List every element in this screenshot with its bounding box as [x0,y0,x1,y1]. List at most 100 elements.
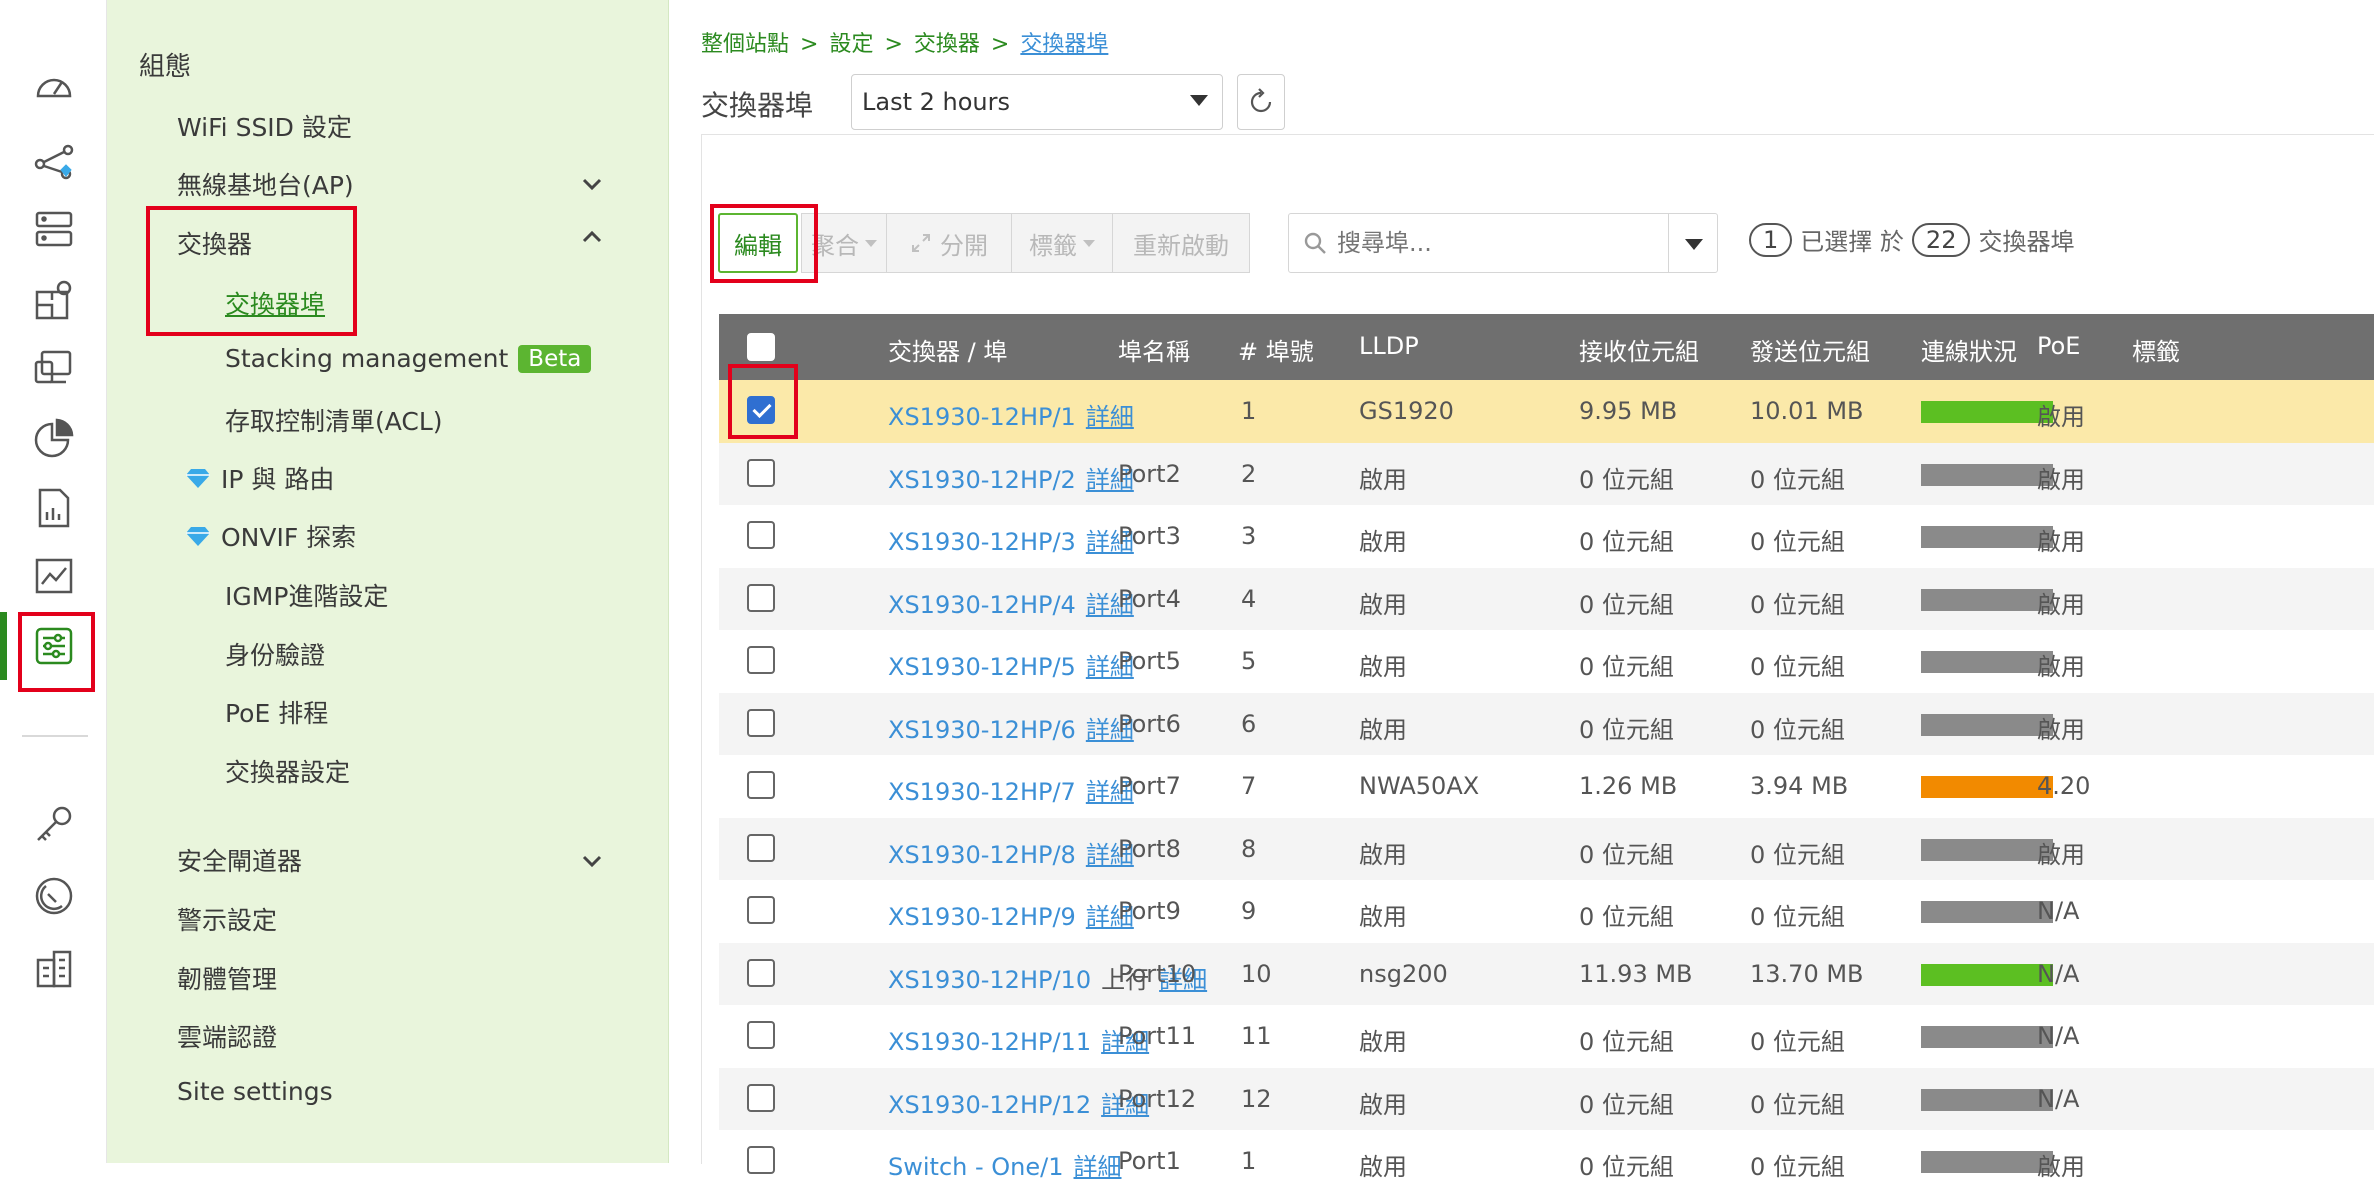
breadcrumb-current[interactable]: 交換器埠 [1020,32,1108,57]
row-checkbox[interactable] [747,771,775,799]
col-poe[interactable]: PoE [2037,332,2080,360]
port-name-cell: Port4 [1118,584,1181,613]
clients-icon[interactable] [30,344,78,392]
menu-item-security-gateway[interactable]: 安全閘道器 [177,842,302,878]
menu-item-auth[interactable]: 身份驗證 [225,636,325,672]
port-link[interactable]: XS1930-12HP/11 [888,1028,1091,1056]
port-link[interactable]: XS1930-12HP/7 [888,778,1076,806]
col-tx[interactable]: 發送位元組 [1750,332,1870,367]
row-checkbox[interactable] [747,396,775,424]
devices-icon[interactable] [30,205,78,253]
menu-item-alerts[interactable]: 警示設定 [177,901,277,937]
edit-button[interactable]: 編輯 [718,213,798,273]
port-link[interactable]: XS1930-12HP/12 [888,1091,1091,1119]
table-row[interactable]: XS1930-12HP/11 詳細 Port11 11 啟用 0 位元組 0 位元組 N/A [719,1005,2374,1068]
menu-item-firmware[interactable]: 韌體管理 [177,960,277,996]
table-row[interactable]: XS1930-12HP/7 詳細 Port7 7 NWA50AX 1.26 MB 3.94 … [719,755,2374,818]
menu-item-ip-routing[interactable]: IP 與 路由 [185,460,334,496]
dashboard-icon[interactable] [30,62,78,110]
search-dropdown-caret[interactable] [1685,239,1703,250]
time-range-select[interactable]: Last 2 hours [851,74,1223,130]
refresh-button[interactable] [1237,74,1285,130]
split-button[interactable]: 分開 [886,213,1012,273]
menu-item-onvif[interactable]: ONVIF 探索 [185,518,356,554]
license-icon[interactable] [30,800,78,848]
port-link[interactable]: XS1930-12HP/4 [888,591,1076,619]
breadcrumb-switch[interactable]: 交換器 [914,32,980,57]
port-cell: XS1930-12HP/12 詳細 [888,1085,1149,1120]
search-input[interactable] [1335,228,1665,258]
menu-item-switch-ports[interactable]: 交換器埠 [225,285,325,321]
row-checkbox[interactable] [747,708,775,737]
detail-link[interactable]: 詳細 [1086,403,1134,431]
row-checkbox[interactable] [747,1083,775,1112]
port-link[interactable]: XS1930-12HP/9 [888,903,1076,931]
table-row[interactable]: XS1930-12HP/3 詳細 Port3 3 啟用 0 位元組 0 位元組 啟用 [719,505,2374,568]
topology-icon[interactable] [30,138,78,186]
restart-button[interactable]: 重新啟動 [1112,213,1250,273]
menu-item-acl[interactable]: 存取控制清單(ACL) [225,402,443,438]
port-link[interactable]: XS1930-12HP/8 [888,841,1076,869]
select-all-checkbox[interactable] [747,333,775,361]
trend-icon[interactable] [30,552,78,600]
table-row[interactable]: XS1930-12HP/12 詳細 Port12 12 啟用 0 位元組 0 位元組 N/A [719,1067,2374,1130]
port-link[interactable]: XS1930-12HP/1 [888,403,1076,431]
col-port-number[interactable]: # 埠號 [1238,332,1314,367]
port-link[interactable]: Switch - One/1 [888,1153,1064,1181]
poe-cell: 啟用 [2037,653,2085,681]
table-row[interactable]: XS1930-12HP/8 詳細 Port8 8 啟用 0 位元組 0 位元組 啟用 [719,817,2374,880]
menu-item-site-settings[interactable]: Site settings [177,1077,333,1106]
table-row[interactable]: XS1930-12HP/5 詳細 Port5 5 啟用 0 位元組 0 位元組 啟用 [719,630,2374,693]
col-port[interactable]: 交換器 / 埠 [888,332,1007,367]
table-row[interactable]: XS1930-12HP/9 詳細 Port9 9 啟用 0 位元組 0 位元組 N/A [719,880,2374,943]
menu-item-switch-settings[interactable]: 交換器設定 [225,753,350,789]
aggregate-button[interactable]: 聚合 [801,213,887,273]
floorplan-icon[interactable] [30,276,78,324]
col-rx[interactable]: 接收位元組 [1579,332,1699,367]
table-row[interactable]: XS1930-12HP/4 詳細 Port4 4 啟用 0 位元組 0 位元組 啟用 [719,567,2374,630]
menu-item-ap[interactable]: 無線基地台(AP) [177,166,354,202]
detail-link[interactable]: 詳細 [1074,1153,1122,1181]
table-row[interactable]: XS1930-12HP/2 詳細 Port2 2 啟用 0 位元組 0 位元組 啟用 [719,442,2374,505]
row-checkbox[interactable] [747,583,775,612]
table-row[interactable]: XS1930-12HP/6 詳細 Port6 6 啟用 0 位元組 0 位元組 啟用 [719,692,2374,755]
port-link[interactable]: XS1930-12HP/2 [888,466,1076,494]
table-row[interactable]: XS1930-12HP/1 詳細 1 GS1920 9.95 MB 10.01 MB 啟用 [719,380,2374,443]
col-lldp[interactable]: LLDP [1359,332,1419,360]
row-checkbox[interactable] [747,458,775,487]
tag-button[interactable]: 標籤 [1011,213,1113,273]
row-checkbox[interactable] [747,958,775,987]
menu-item-igmp[interactable]: IGMP進階設定 [225,577,388,613]
table-row[interactable]: Switch - One/1 詳細 Port1 1 啟用 0 位元組 0 位元組 啟用 [719,1130,2374,1193]
chevron-down-icon[interactable] [577,846,607,876]
row-checkbox[interactable] [747,1021,775,1049]
table-row[interactable]: XS1930-12HP/10 上行 詳細 Port10 10 nsg200 11.93 MB… [719,942,2374,1005]
menu-item-poe-schedule[interactable]: PoE 排程 [225,694,328,730]
breadcrumb-site[interactable]: 整個站點 [701,32,789,57]
port-link[interactable]: XS1930-12HP/3 [888,528,1076,556]
configure-icon[interactable] [30,622,78,670]
analytics-icon[interactable] [30,414,78,462]
row-checkbox[interactable] [747,833,775,862]
report-icon[interactable] [30,484,78,532]
port-link[interactable]: XS1930-12HP/10 [888,966,1091,994]
breadcrumb-settings[interactable]: 設定 [829,32,873,57]
menu-item-stacking[interactable]: Stacking management Beta [225,344,592,373]
port-link[interactable]: XS1930-12HP/6 [888,716,1076,744]
port-link[interactable]: XS1930-12HP/5 [888,653,1076,681]
row-checkbox[interactable] [747,1146,775,1174]
chevron-up-icon[interactable] [577,222,607,252]
menu-item-cloud-auth[interactable]: 雲端認證 [177,1018,277,1054]
row-checkbox[interactable] [747,896,775,924]
status-bar [1921,963,2053,986]
col-port-name[interactable]: 埠名稱 [1118,332,1190,367]
menu-item-switch[interactable]: 交換器 [177,225,252,261]
row-checkbox[interactable] [747,646,775,674]
chevron-down-icon[interactable] [577,169,607,199]
col-tag[interactable]: 標籤 [2132,332,2180,367]
organization-icon[interactable] [30,944,78,992]
support-icon[interactable] [30,872,78,920]
col-status[interactable]: 連線狀況 [1921,332,2017,367]
row-checkbox[interactable] [747,521,775,549]
menu-item-wifi-ssid[interactable]: WiFi SSID 設定 [177,108,352,144]
